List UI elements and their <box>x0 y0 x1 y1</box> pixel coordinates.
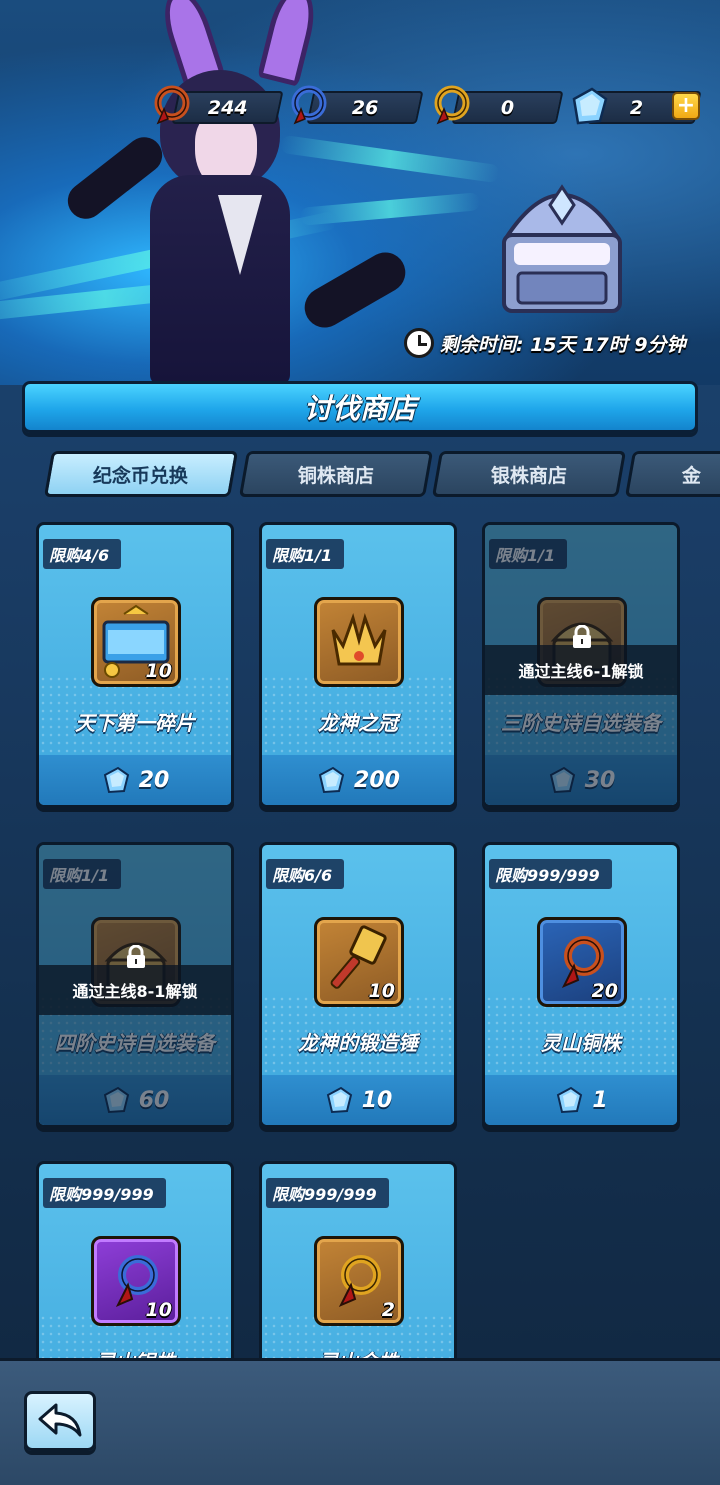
treasure-chest-icon[interactable] <box>498 165 626 317</box>
buy-button[interactable]: 60 <box>39 1075 231 1125</box>
buy-button[interactable]: 10 <box>262 1075 454 1125</box>
shop-item-card[interactable]: 限购4/6 10 天下第一碎片 20 <box>36 522 234 808</box>
item-quantity: 20 <box>591 980 618 1002</box>
diamond-icon <box>557 1086 583 1114</box>
item-price: 60 <box>138 1087 170 1113</box>
item-quantity: 2 <box>381 1299 395 1321</box>
copper-coin-icon <box>154 85 190 125</box>
shop-item-card[interactable]: 限购6/6 10 龙神的锻造锤 10 <box>259 842 457 1128</box>
add-diamond-button[interactable]: + <box>672 92 700 120</box>
lock-icon <box>573 625 591 648</box>
item-name: 龙神之冠 <box>318 711 398 735</box>
buy-button[interactable]: 30 <box>485 755 677 805</box>
diamond-icon <box>572 87 608 125</box>
banner-icon: 10 <box>91 597 181 687</box>
item-quantity: 10 <box>145 1299 172 1321</box>
purchase-limit: 限购999/999 <box>43 1178 166 1208</box>
item-quantity: 10 <box>145 660 172 682</box>
purple-orb-icon: 10 <box>91 1236 181 1326</box>
item-name: 龙神的锻造锤 <box>298 1031 418 1055</box>
item-quantity: 10 <box>368 980 395 1002</box>
clock-icon <box>404 328 434 358</box>
purchase-limit: 限购1/1 <box>266 539 345 569</box>
copper-orb-icon: 20 <box>537 917 627 1007</box>
blue-coin-icon <box>291 85 327 125</box>
purchase-limit: 限购999/999 <box>489 859 612 889</box>
tab-copper-shop[interactable]: 铜株商店 <box>238 451 434 497</box>
buy-button[interactable]: 1 <box>485 1075 677 1125</box>
shop-item-card[interactable]: 限购1/1 通过主线8-1解锁 四阶史诗自选装备 60 <box>36 842 234 1128</box>
item-price: 30 <box>584 767 616 793</box>
tab-gold-shop[interactable]: 金 <box>624 451 720 497</box>
item-name: 三阶史诗自选装备 <box>501 711 661 735</box>
diamond-icon <box>549 766 575 794</box>
diamond-icon <box>103 1086 129 1114</box>
tab-souvenir-exchange[interactable]: 纪念币兑换 <box>43 451 239 497</box>
shop-item-card[interactable]: 限购1/1 通过主线6-1解锁 三阶史诗自选装备 30 <box>482 522 680 808</box>
lock-icon <box>127 945 145 968</box>
item-price: 10 <box>361 1087 393 1113</box>
tab-silver-shop[interactable]: 银株商店 <box>431 451 627 497</box>
item-name: 天下第一碎片 <box>75 711 195 735</box>
unlock-requirement: 通过主线8-1解锁 <box>39 965 231 1015</box>
item-price: 1 <box>592 1087 608 1113</box>
unlock-requirement: 通过主线6-1解锁 <box>485 645 677 695</box>
purchase-limit: 限购1/1 <box>489 539 568 569</box>
shop-item-card[interactable]: 限购1/1 龙神之冠 200 <box>259 522 457 808</box>
diamond-icon <box>318 766 345 794</box>
item-price: 20 <box>138 767 170 793</box>
diamond-icon <box>103 766 129 794</box>
buy-button[interactable]: 200 <box>262 755 454 805</box>
buy-button[interactable]: 20 <box>39 755 231 805</box>
purchase-limit: 限购1/1 <box>43 859 122 889</box>
diamond-icon <box>326 1086 352 1114</box>
back-arrow-icon <box>38 1403 82 1437</box>
back-button[interactable] <box>24 1391 96 1451</box>
gold-orb-icon: 2 <box>314 1236 404 1326</box>
shop-item-card[interactable]: 限购999/999 20 灵山铜株 1 <box>482 842 680 1128</box>
remaining-time: 剩余时间: 15天 17时 9分钟 <box>404 326 686 360</box>
item-price: 200 <box>354 767 400 793</box>
crown-icon <box>314 597 404 687</box>
purchase-limit: 限购999/999 <box>266 1178 389 1208</box>
item-name: 四阶史诗自选装备 <box>55 1031 215 1055</box>
purchase-limit: 限购6/6 <box>266 859 345 889</box>
bottom-bar <box>0 1358 720 1485</box>
gold-coin-icon <box>434 85 470 125</box>
remaining-time-label: 剩余时间: 15天 17时 9分钟 <box>440 333 686 356</box>
item-name: 灵山铜株 <box>541 1031 621 1055</box>
page-title: 讨伐商店 <box>22 381 698 433</box>
purchase-limit: 限购4/6 <box>43 539 122 569</box>
hammer-icon: 10 <box>314 917 404 1007</box>
